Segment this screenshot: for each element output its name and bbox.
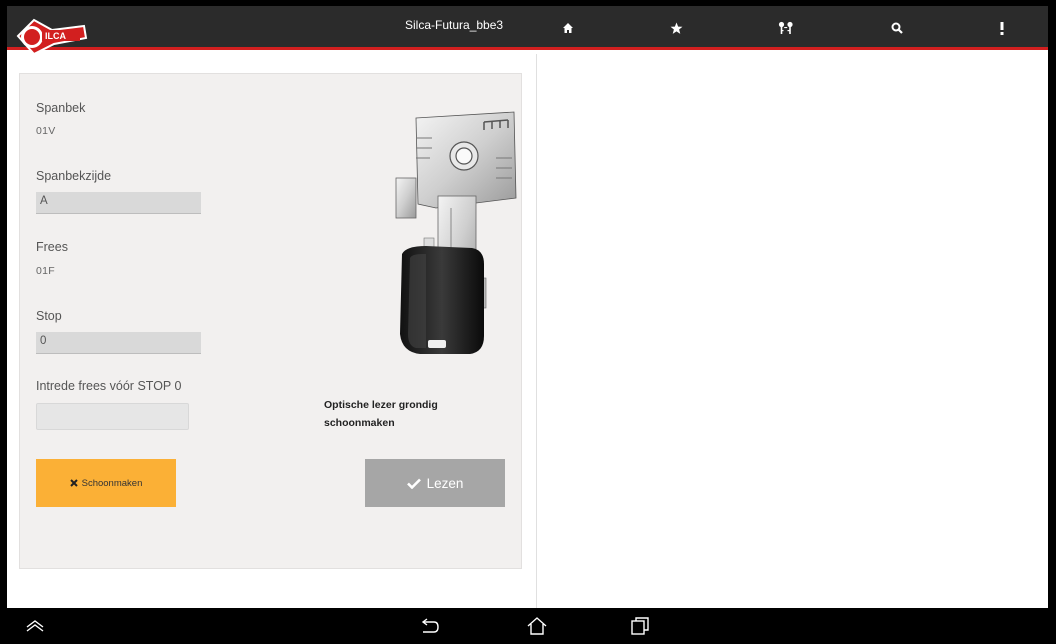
keys-button[interactable] bbox=[772, 16, 800, 40]
clean-reader-note: Optische lezer grondig schoonmaken bbox=[324, 399, 438, 429]
screen-bezel-left bbox=[0, 0, 7, 644]
panel-divider bbox=[536, 54, 537, 608]
frees-value: 01F bbox=[36, 265, 55, 277]
stop-field[interactable]: 0 bbox=[36, 332, 201, 354]
spanbek-label: Spanbek bbox=[36, 101, 86, 115]
recent-apps-up-icon bbox=[26, 620, 44, 632]
recents-icon bbox=[631, 617, 649, 635]
star-icon bbox=[670, 22, 682, 34]
search-icon bbox=[891, 22, 903, 34]
check-icon bbox=[406, 478, 421, 489]
spanbek-value: 01V bbox=[36, 125, 56, 137]
key-clamp-image bbox=[395, 111, 517, 354]
nav-home-button[interactable] bbox=[524, 614, 550, 638]
back-icon bbox=[421, 618, 439, 633]
app-screen: Silca-Futura_bbe3 ILCA Spanbek 01V Spanb… bbox=[0, 0, 1056, 644]
screen-bezel-right bbox=[1048, 0, 1056, 644]
home-icon bbox=[563, 23, 573, 33]
clean-button[interactable]: Schoonmaken bbox=[36, 459, 176, 507]
keys-icon bbox=[778, 21, 793, 34]
more-icon bbox=[1000, 21, 1004, 35]
home-button[interactable] bbox=[554, 16, 582, 40]
silca-logo: ILCA bbox=[16, 18, 88, 56]
read-button[interactable]: Lezen bbox=[365, 459, 505, 507]
app-title: Silca-Futura_bbe3 bbox=[405, 18, 504, 32]
top-bar: Silca-Futura_bbe3 bbox=[7, 6, 1048, 50]
favorites-button[interactable] bbox=[662, 16, 690, 40]
spanbekzijde-label: Spanbekzijde bbox=[36, 169, 112, 183]
nav-recents-button[interactable] bbox=[627, 614, 653, 638]
stop-label: Stop bbox=[36, 309, 62, 323]
read-settings-panel: Spanbek 01V Spanbekzijde A Frees 01F Sto… bbox=[19, 73, 522, 569]
search-button[interactable] bbox=[883, 16, 911, 40]
nav-expand-button[interactable] bbox=[22, 614, 48, 638]
nav-back-button[interactable] bbox=[416, 614, 442, 638]
clean-button-label: Schoonmaken bbox=[81, 477, 143, 489]
more-menu-button[interactable] bbox=[988, 16, 1016, 40]
system-nav-bar bbox=[0, 608, 1056, 644]
read-button-label: Lezen bbox=[426, 475, 464, 491]
intrede-input[interactable] bbox=[36, 403, 189, 430]
svg-text:ILCA: ILCA bbox=[45, 31, 66, 41]
home-nav-icon bbox=[527, 617, 547, 635]
close-icon bbox=[69, 479, 78, 487]
frees-label: Frees bbox=[36, 240, 68, 254]
intrede-label: Intrede frees vóór STOP 0 bbox=[36, 379, 182, 393]
spanbekzijde-field[interactable]: A bbox=[36, 192, 201, 214]
